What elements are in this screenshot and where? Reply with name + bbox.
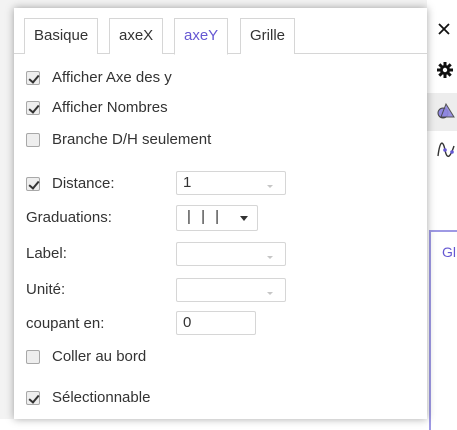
right-toolbar: [427, 0, 457, 230]
show-axis-label: Afficher Axe des y: [52, 69, 172, 86]
show-numbers-label: Afficher Nombres: [52, 99, 168, 116]
positive-only-label: Branche D/H seulement: [52, 131, 212, 148]
tab-grille[interactable]: Grille: [240, 18, 296, 54]
tab-bar: Basique axeX axeY Grille: [14, 18, 427, 55]
axis-label-option: Label:: [26, 242, 306, 266]
unit-option: Unité:: [26, 278, 306, 302]
axis-label-label: Label:: [26, 245, 67, 262]
tab-axex[interactable]: axeX: [109, 18, 164, 54]
stick-to-edge-checkbox[interactable]: [26, 350, 40, 364]
selectable-checkbox[interactable]: [26, 391, 40, 405]
close-icon: [438, 23, 450, 35]
gear-icon: [437, 62, 453, 78]
distance-field[interactable]: 1: [176, 171, 286, 195]
shapes-icon: [437, 102, 455, 119]
tab-basique[interactable]: Basique: [24, 18, 99, 54]
show-axis-checkbox[interactable]: [26, 71, 40, 85]
selectable-label: Sélectionnable: [52, 389, 151, 406]
tick-style-label: Graduations:: [26, 209, 112, 226]
axis-properties-dialog: Basique axeX axeY Grille Afficher Axe de…: [14, 8, 427, 419]
curve-icon: [437, 142, 455, 157]
unit-field[interactable]: [176, 278, 286, 302]
crossing-input[interactable]: 0: [176, 311, 256, 335]
tick-style-value: | | |: [187, 208, 223, 225]
crossing-label: coupant en:: [26, 315, 105, 332]
close-button[interactable]: [427, 18, 457, 48]
tab-axey[interactable]: axeY: [174, 18, 229, 55]
unit-label: Unité:: [26, 281, 66, 298]
distance-value: 1: [183, 174, 192, 191]
app-window: Gl Basique axeX axeY Grille Afficher Axe…: [0, 0, 457, 430]
shapes-tool[interactable]: [427, 93, 457, 131]
distance-option: Distance: 1: [26, 171, 306, 196]
axis-label-caret-icon: [267, 256, 273, 259]
unit-caret-icon: [267, 292, 273, 295]
function-tool[interactable]: [427, 136, 457, 166]
settings-button[interactable]: [427, 58, 457, 88]
tick-style-option: Graduations: | | |: [26, 205, 306, 231]
chevron-down-icon: [240, 216, 248, 221]
show-numbers-checkbox[interactable]: [26, 101, 40, 115]
stick-to-edge-label: Coller au bord: [52, 348, 147, 365]
graphics-view-label: Gl: [442, 244, 456, 260]
distance-caret-icon: [267, 185, 273, 188]
axis-label-field[interactable]: [176, 242, 286, 266]
graphics-view[interactable]: Gl: [429, 230, 457, 430]
positive-only-checkbox[interactable]: [26, 133, 40, 147]
tick-style-select[interactable]: | | |: [176, 205, 258, 231]
distance-label: Distance:: [52, 175, 115, 192]
crossing-option: coupant en: 0: [26, 311, 306, 336]
distance-checkbox[interactable]: [26, 177, 40, 191]
